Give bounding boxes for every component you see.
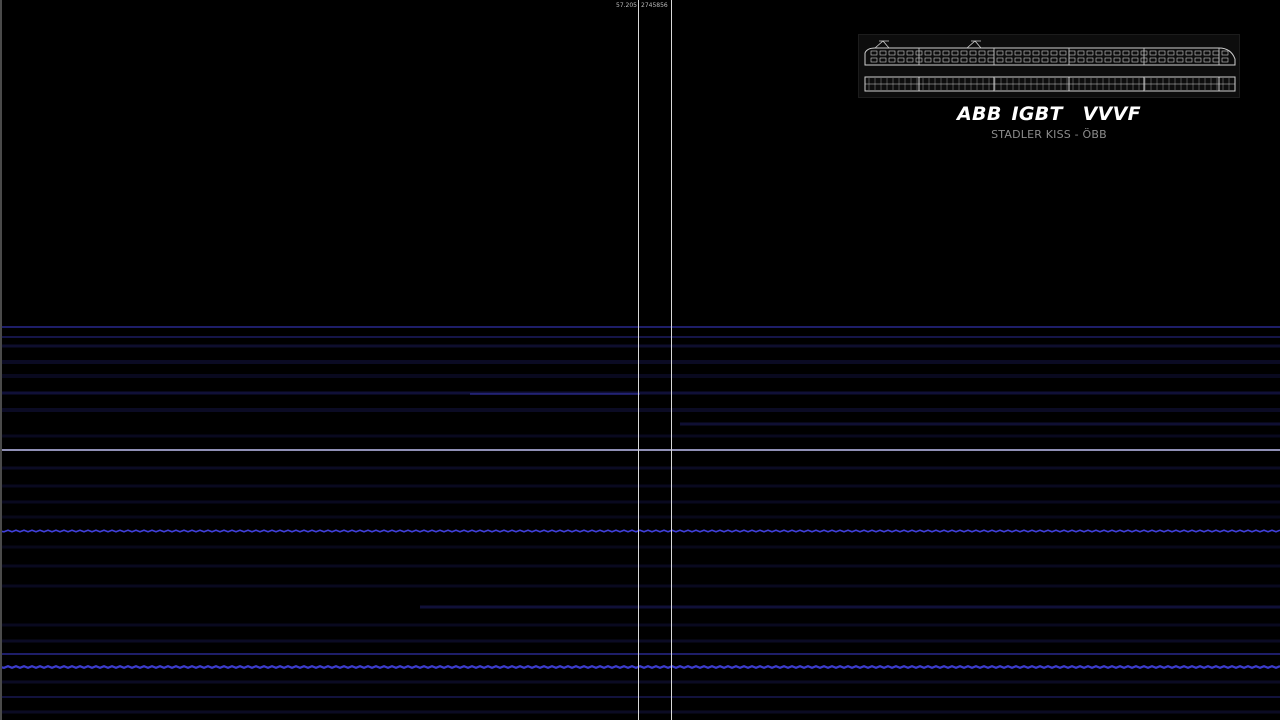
- video-subtitle: STADLER KISS - ÖBB: [991, 128, 1107, 141]
- window-upper: [906, 50, 914, 56]
- train-side-body: [864, 47, 1236, 66]
- window-upper: [1077, 50, 1085, 56]
- pantograph-icon: [874, 40, 890, 49]
- window-upper: [1149, 50, 1157, 56]
- window-lower: [996, 57, 1004, 63]
- left-border: [0, 0, 2, 720]
- window-upper: [1068, 50, 1076, 56]
- window-upper: [1005, 50, 1013, 56]
- window-upper: [987, 50, 995, 56]
- window-lower: [1014, 57, 1022, 63]
- harmonic-band: [0, 529, 1280, 533]
- window-upper: [1014, 50, 1022, 56]
- window-upper: [1104, 50, 1112, 56]
- window-lower: [933, 57, 941, 63]
- window-lower: [1077, 57, 1085, 63]
- window-upper: [1212, 50, 1220, 56]
- playhead-cursor-line[interactable]: [638, 0, 639, 720]
- window-lower: [987, 57, 995, 63]
- window-upper: [1113, 50, 1121, 56]
- window-upper: [1194, 50, 1202, 56]
- window-upper: [942, 50, 950, 56]
- window-lower: [1176, 57, 1184, 63]
- window-upper: [1221, 50, 1229, 56]
- window-lower: [1068, 57, 1076, 63]
- double-deck-train-diagram-icon: [858, 34, 1240, 98]
- window-lower: [1032, 57, 1040, 63]
- window-lower: [879, 57, 887, 63]
- window-upper: [1086, 50, 1094, 56]
- window-upper: [969, 50, 977, 56]
- window-lower: [942, 57, 950, 63]
- window-upper: [1032, 50, 1040, 56]
- window-lower: [1194, 57, 1202, 63]
- pantograph-icon: [966, 40, 982, 49]
- window-upper: [1176, 50, 1184, 56]
- selection-cursor-line[interactable]: [671, 0, 672, 720]
- title-overlay: ABB IGBT VVVF STADLER KISS - ÖBB: [858, 34, 1240, 146]
- window-upper: [960, 50, 968, 56]
- window-upper: [879, 50, 887, 56]
- window-upper: [924, 50, 932, 56]
- window-upper: [1203, 50, 1211, 56]
- window-upper: [1158, 50, 1166, 56]
- window-upper: [1095, 50, 1103, 56]
- window-upper: [1167, 50, 1175, 56]
- window-lower: [1095, 57, 1103, 63]
- window-lower: [1023, 57, 1031, 63]
- window-lower: [978, 57, 986, 63]
- window-lower: [1185, 57, 1193, 63]
- window-upper: [1023, 50, 1031, 56]
- window-upper: [1050, 50, 1058, 56]
- window-lower: [1005, 57, 1013, 63]
- window-lower: [1122, 57, 1130, 63]
- window-lower: [1203, 57, 1211, 63]
- window-lower: [969, 57, 977, 63]
- harmonic-band: [0, 665, 1280, 669]
- window-lower: [1104, 57, 1112, 63]
- time-readout: 57.205: [616, 2, 637, 9]
- window-lower: [1041, 57, 1049, 63]
- window-upper: [888, 50, 896, 56]
- window-upper: [933, 50, 941, 56]
- window-upper: [1131, 50, 1139, 56]
- window-lower: [897, 57, 905, 63]
- window-upper: [1059, 50, 1067, 56]
- window-lower: [1167, 57, 1175, 63]
- window-lower: [906, 57, 914, 63]
- window-upper: [897, 50, 905, 56]
- window-lower: [870, 57, 878, 63]
- window-upper: [1185, 50, 1193, 56]
- window-lower: [1158, 57, 1166, 63]
- window-lower: [1212, 57, 1220, 63]
- window-lower: [1050, 57, 1058, 63]
- window-upper: [951, 50, 959, 56]
- window-lower: [951, 57, 959, 63]
- video-title: ABB IGBT VVVF: [957, 103, 1141, 125]
- window-lower: [1086, 57, 1094, 63]
- window-upper: [1041, 50, 1049, 56]
- window-lower: [1059, 57, 1067, 63]
- window-lower: [1221, 57, 1229, 63]
- window-lower: [1149, 57, 1157, 63]
- window-upper: [1122, 50, 1130, 56]
- window-upper: [870, 50, 878, 56]
- window-upper: [996, 50, 1004, 56]
- window-lower: [888, 57, 896, 63]
- window-lower: [924, 57, 932, 63]
- window-lower: [1131, 57, 1139, 63]
- window-upper: [978, 50, 986, 56]
- window-lower: [960, 57, 968, 63]
- window-lower: [1113, 57, 1121, 63]
- sample-readout: 2745856: [641, 2, 668, 9]
